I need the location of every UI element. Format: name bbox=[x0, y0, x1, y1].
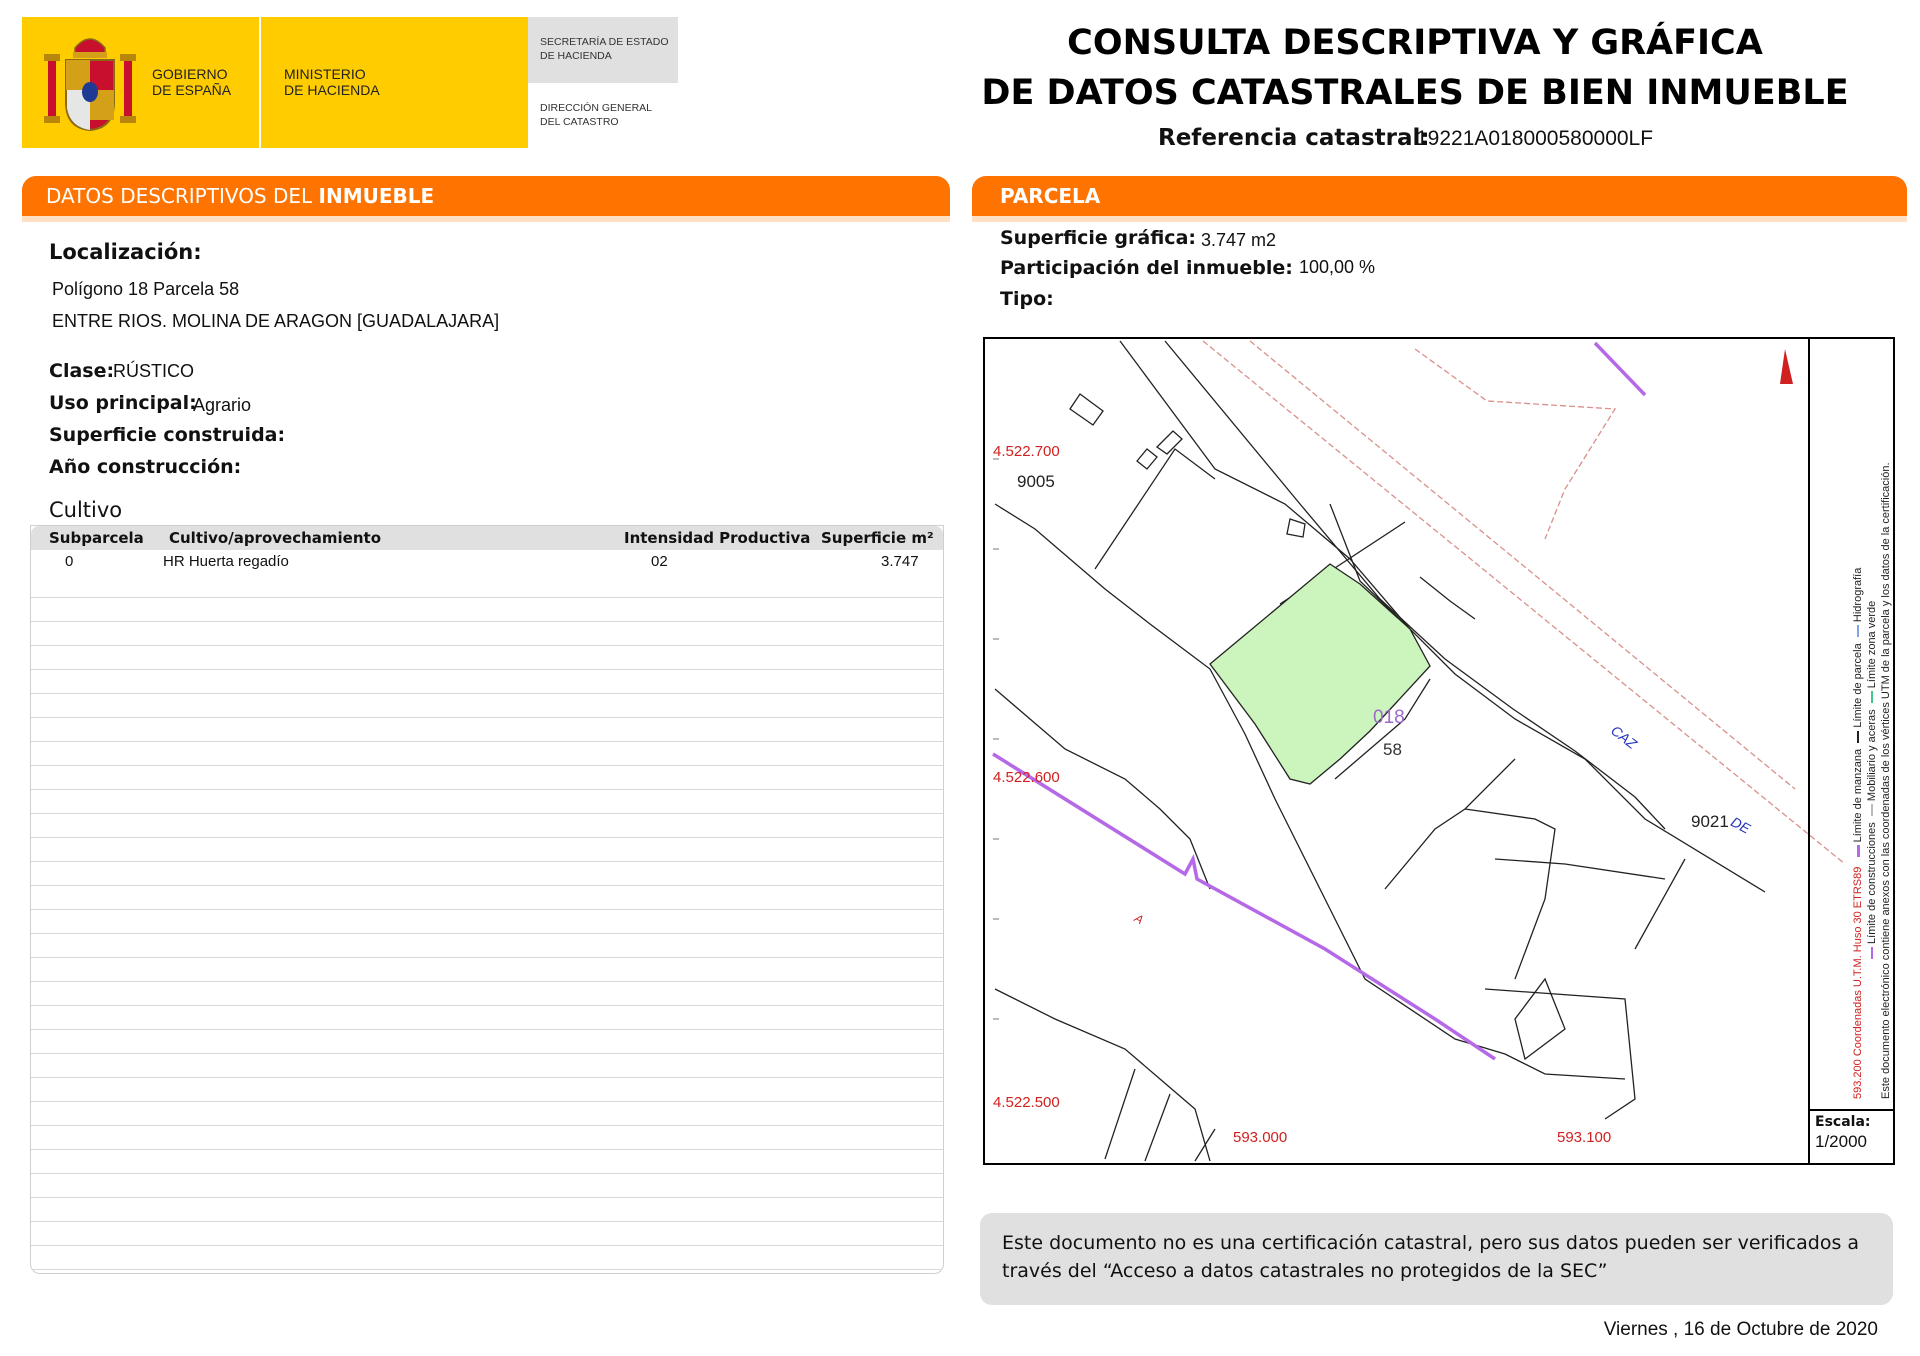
legend-mobiliario-swatch-icon bbox=[1871, 804, 1874, 817]
legend-divider bbox=[1808, 339, 1810, 1163]
coord-y-4522600: 4.522.600 bbox=[993, 769, 1060, 786]
clase-label: Clase: bbox=[49, 360, 115, 382]
parcel-boundaries bbox=[994, 340, 1766, 1162]
referencia-value: 19221A018000580000LF bbox=[1416, 127, 1654, 150]
uso-principal-value: Agrario bbox=[193, 395, 252, 415]
legend-zona-verde: Límite zona verde bbox=[1866, 600, 1878, 689]
legend-construcciones-swatch-icon bbox=[1871, 947, 1874, 959]
legend-parcela-swatch-icon bbox=[1857, 730, 1860, 743]
escala-value: 1/2000 bbox=[1815, 1132, 1867, 1151]
parcela-number-label: 58 bbox=[1383, 740, 1402, 759]
superficie-construida-label: Superficie construida: bbox=[49, 424, 286, 446]
legend-zona-verde-swatch-icon bbox=[1871, 691, 1874, 704]
col-subparcela: Subparcela bbox=[49, 529, 144, 547]
legend-coords: 593.200 Coordenadas U.T.M. Huso 30 ETRS8… bbox=[1852, 866, 1864, 1099]
localizacion-line2: ENTRE RIOS. MOLINA DE ARAGON [GUADALAJAR… bbox=[52, 311, 500, 331]
clase-value: RÚSTICO bbox=[113, 361, 194, 381]
legend-manzana-swatch-icon bbox=[1856, 845, 1860, 858]
table-header: Subparcela Cultivo/aprovechamiento Inten… bbox=[31, 526, 943, 550]
cell-subparcela: 0 bbox=[65, 553, 74, 570]
secretaria-text: SECRETARÍA DE ESTADO DE HACIENDA bbox=[540, 36, 669, 62]
header-underline bbox=[22, 216, 950, 222]
col-cultivo: Cultivo/aprovechamiento bbox=[169, 529, 382, 547]
map-ticks bbox=[993, 458, 999, 1020]
label-9005: 9005 bbox=[1017, 472, 1055, 491]
escala-label: Escala: bbox=[1815, 1114, 1871, 1130]
cell-superficie: 3.747 bbox=[881, 553, 919, 570]
cultivo-table: Subparcela Cultivo/aprovechamiento Inten… bbox=[30, 525, 944, 1274]
tipo-label: Tipo: bbox=[1000, 288, 1054, 310]
superficie-grafica-value: 3.747 m2 bbox=[1201, 230, 1277, 250]
anio-construccion-label: Año construcción: bbox=[49, 456, 242, 478]
datos-descriptivos-header: DATOS DESCRIPTIVOS DEL INMUEBLE bbox=[22, 176, 950, 216]
legend-hidrografia-swatch-icon bbox=[1857, 625, 1860, 638]
coord-x-593100: 593.100 bbox=[1557, 1129, 1612, 1146]
localizacion-label: Localización: bbox=[49, 240, 202, 264]
col-intensidad: Intensidad Productiva bbox=[624, 529, 811, 547]
coord-y-4522700: 4.522.700 bbox=[993, 443, 1060, 460]
title-line2: DE DATOS CATASTRALES DE BIEN INMUEBLE bbox=[981, 73, 1849, 113]
title-line1: CONSULTA DESCRIPTIVA Y GRÁFICA bbox=[1067, 23, 1763, 63]
referencia-label: Referencia catastral: bbox=[1158, 125, 1430, 151]
cell-cultivo: HR Huerta regadío bbox=[163, 553, 289, 570]
parcela-header-underline bbox=[972, 216, 1907, 222]
direccion-text: DIRECCIÓN GENERAL DEL CATASTRO bbox=[540, 102, 653, 128]
poligono-label: 018 bbox=[1373, 707, 1405, 728]
superficie-grafica-label: Superficie gráfica: bbox=[1000, 227, 1196, 249]
legend-parcela: Límite de parcela bbox=[1852, 643, 1864, 728]
uso-principal-label: Uso principal: bbox=[49, 392, 197, 414]
cadastral-map: 4.522.700 4.522.600 4.522.500 593.000 59… bbox=[983, 337, 1895, 1165]
parcela-header: PARCELA bbox=[972, 176, 1907, 216]
col-superficie: Superficie m² bbox=[821, 529, 934, 547]
coord-y-4522500: 4.522.500 bbox=[993, 1094, 1060, 1111]
document-title: CONSULTA DESCRIPTIVA Y GRÁFICA DE DATOS … bbox=[960, 18, 1870, 118]
document-date: Viernes , 16 de Octubre de 2020 bbox=[1603, 1319, 1878, 1340]
label-9021: 9021 bbox=[1691, 812, 1729, 831]
verification-note: Este documento no es una certificación c… bbox=[980, 1213, 1893, 1305]
coat-of-arms-icon bbox=[44, 38, 136, 132]
hydrography-line-north bbox=[1593, 341, 1647, 397]
map-drawing bbox=[992, 340, 1846, 1162]
logo-divider bbox=[259, 17, 261, 148]
map-legend: 593.200 Coordenadas U.T.M. Huso 30 ETRS8… bbox=[1851, 339, 1893, 1099]
legend-manzana: Límite de manzana bbox=[1852, 748, 1864, 843]
coord-x-593000: 593.000 bbox=[1233, 1129, 1288, 1146]
table-empty-rows bbox=[31, 574, 943, 1273]
gobierno-text: GOBIERNO DE ESPAÑA bbox=[152, 66, 232, 98]
escala-divider bbox=[1810, 1109, 1893, 1111]
ministerio-text: MINISTERIO DE HACIENDA bbox=[284, 66, 380, 98]
cultivo-title: Cultivo bbox=[49, 498, 123, 522]
participacion-value: 100,00 % bbox=[1299, 257, 1376, 277]
building-outlines bbox=[1069, 393, 1306, 538]
cell-intensidad: 02 bbox=[651, 553, 668, 570]
header-prefix: DATOS DESCRIPTIVOS DEL bbox=[46, 184, 319, 208]
verification-note-text: Este documento no es una certificación c… bbox=[1002, 1232, 1860, 1282]
north-arrow-icon bbox=[1780, 349, 1793, 384]
legend-construcciones: Límite de construcciones bbox=[1866, 822, 1878, 944]
legend-mobiliario: Mobiliario y aceras bbox=[1866, 709, 1878, 802]
legend-hidrografia: Hidrografía bbox=[1852, 567, 1864, 623]
hydrography-line bbox=[992, 752, 1496, 1061]
participacion-label: Participación del inmueble: bbox=[1000, 257, 1293, 279]
parcela-header-title: PARCELA bbox=[1000, 184, 1101, 208]
localizacion-line1: Polígono 18 Parcela 58 bbox=[52, 279, 240, 299]
header-bold: INMUEBLE bbox=[318, 184, 435, 208]
legend-note: Este documento electrónico contiene anex… bbox=[1880, 462, 1892, 1099]
